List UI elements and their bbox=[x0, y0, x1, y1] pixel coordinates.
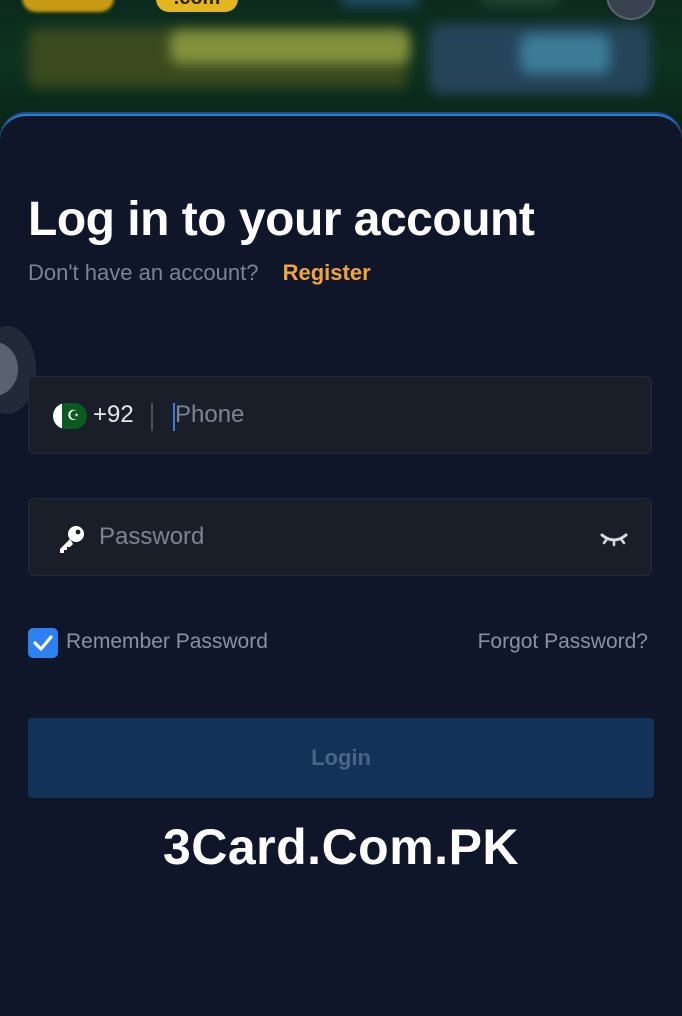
field-divider bbox=[151, 403, 153, 431]
phone-input[interactable] bbox=[175, 395, 615, 435]
register-prompt: Don't have an account? Register bbox=[28, 260, 371, 286]
page-title: Log in to your account bbox=[28, 193, 535, 246]
forgot-password-link[interactable]: Forgot Password? bbox=[478, 630, 648, 654]
password-field[interactable] bbox=[28, 498, 652, 576]
login-button[interactable]: Login bbox=[28, 718, 654, 798]
close-button-ghost bbox=[606, 0, 656, 20]
eye-closed-icon[interactable] bbox=[599, 527, 629, 549]
blurred-nav-item bbox=[480, 0, 560, 6]
blurred-promo-banner bbox=[520, 34, 610, 74]
blurred-nav-item bbox=[340, 0, 420, 6]
checkmark-icon bbox=[33, 635, 53, 651]
remember-password-label[interactable]: Remember Password bbox=[66, 630, 268, 654]
password-input[interactable] bbox=[99, 517, 579, 557]
register-link[interactable]: Register bbox=[283, 260, 371, 285]
blurred-background-banner: .com bbox=[0, 0, 682, 130]
site-logo-com: .com bbox=[156, 0, 238, 12]
no-account-text: Don't have an account? bbox=[28, 260, 259, 285]
pakistan-flag-icon[interactable]: ☪ bbox=[53, 403, 87, 429]
blurred-promo-banner bbox=[170, 30, 410, 64]
site-logo-blur bbox=[22, 0, 114, 12]
country-dial-code[interactable]: +92 bbox=[93, 401, 134, 429]
watermark-text: 3Card.Com.PK bbox=[162, 819, 520, 875]
remember-checkbox[interactable] bbox=[28, 628, 58, 658]
key-icon bbox=[60, 526, 84, 553]
phone-field[interactable]: ☪ +92 bbox=[28, 376, 652, 454]
